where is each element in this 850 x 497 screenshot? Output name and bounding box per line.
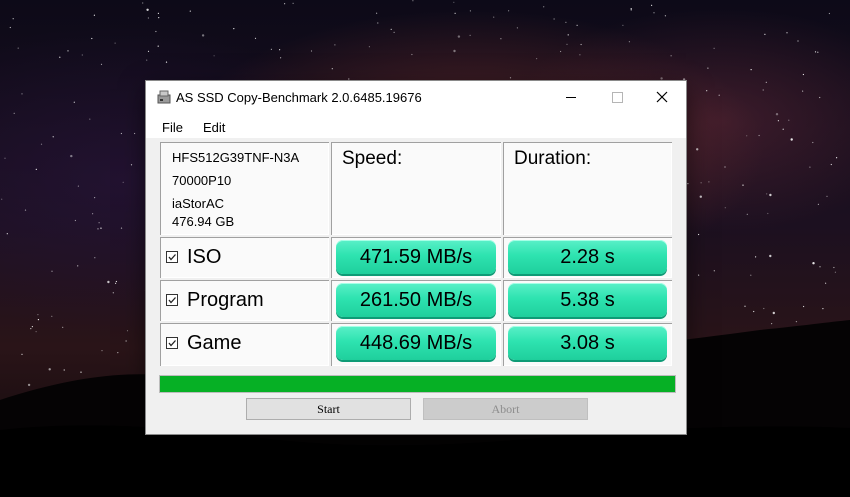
checkmark-icon [168, 340, 176, 347]
program-duration-result: 5.38 s [508, 283, 667, 317]
minimize-button[interactable] [548, 81, 594, 114]
iso-speed-result: 471.59 MB/s [336, 240, 496, 274]
drive-driver: iaStorAC [172, 196, 225, 211]
close-button[interactable] [640, 81, 686, 114]
game-duration-result: 3.08 s [508, 326, 667, 360]
drive-icon [157, 90, 171, 104]
benchmark-window: AS SSD Copy-Benchmark 2.0.6485.19676 Fil… [146, 81, 686, 434]
close-icon [656, 91, 668, 103]
program-duration-cell: 5.38 s [503, 280, 672, 321]
minimize-icon [566, 97, 576, 98]
speed-column-header: Speed: [342, 148, 403, 169]
iso-label: ISO [187, 245, 222, 268]
drive-firmware: 70000P10 [172, 173, 232, 188]
duration-column-header: Duration: [514, 148, 592, 169]
speed-header-cell: Speed: [331, 142, 501, 235]
checkmark-icon [168, 297, 176, 304]
iso-duration-result: 2.28 s [508, 240, 667, 274]
program-speed-result: 261.50 MB/s [336, 283, 496, 317]
game-duration-cell: 3.08 s [503, 323, 672, 366]
drive-capacity: 476.94 GB [172, 214, 235, 229]
progress-bar [159, 375, 676, 393]
game-checkbox[interactable] [166, 337, 178, 349]
start-button[interactable]: Start [246, 398, 411, 420]
menu-file[interactable]: File [162, 120, 183, 135]
program-checkbox[interactable] [166, 294, 178, 306]
row-label-iso: ISO [160, 237, 329, 278]
game-speed-cell: 448.69 MB/s [331, 323, 501, 366]
iso-speed-cell: 471.59 MB/s [331, 237, 501, 278]
window-title: AS SSD Copy-Benchmark 2.0.6485.19676 [176, 90, 422, 105]
checkmark-icon [168, 254, 176, 261]
program-speed-cell: 261.50 MB/s [331, 280, 501, 321]
abort-button[interactable]: Abort [423, 398, 588, 420]
iso-duration-cell: 2.28 s [503, 237, 672, 278]
maximize-icon [612, 92, 623, 103]
title-bar[interactable]: AS SSD Copy-Benchmark 2.0.6485.19676 [146, 81, 686, 114]
program-label: Program [187, 288, 264, 311]
iso-checkbox[interactable] [166, 251, 178, 263]
row-label-program: Program [160, 280, 329, 321]
menu-edit[interactable]: Edit [203, 120, 225, 135]
drive-model: HFS512G39TNF-N3A [172, 150, 300, 165]
menu-bar: File Edit [146, 114, 686, 138]
drive-info-panel: HFS512G39TNF-N3A 70000P10 iaStorAC 476.9… [160, 142, 329, 235]
row-label-game: Game [160, 323, 329, 366]
maximize-button[interactable] [594, 81, 640, 114]
progress-fill [160, 376, 675, 392]
results-grid: HFS512G39TNF-N3A 70000P10 iaStorAC 476.9… [160, 142, 672, 368]
game-speed-result: 448.69 MB/s [336, 326, 496, 360]
duration-header-cell: Duration: [503, 142, 672, 235]
game-label: Game [187, 331, 242, 354]
